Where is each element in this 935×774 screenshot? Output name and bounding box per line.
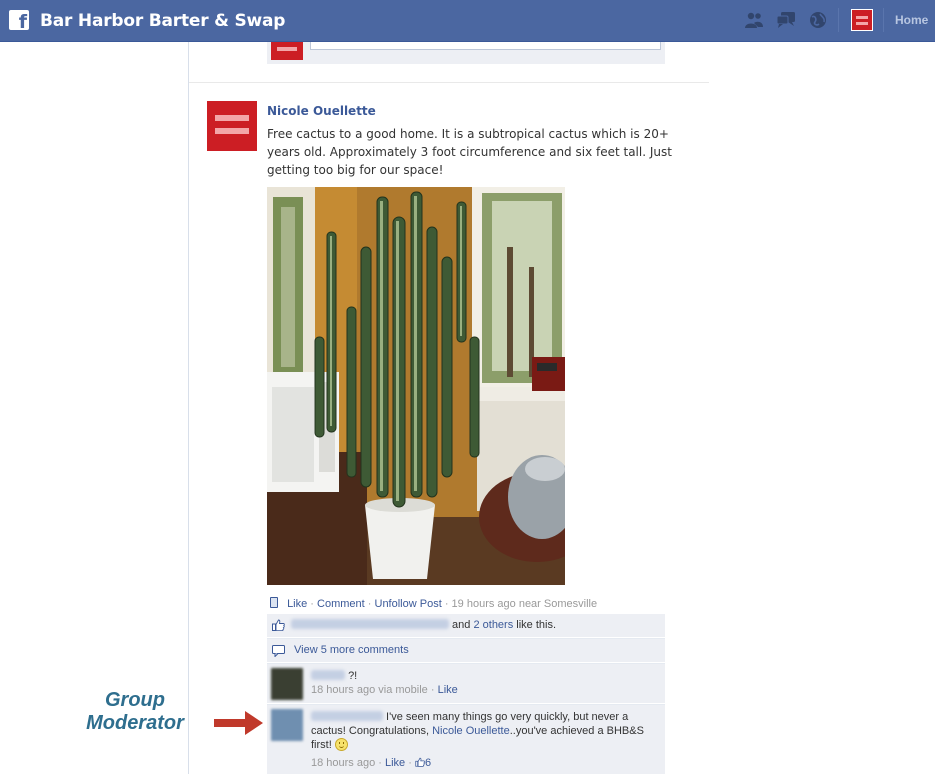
divider: [883, 8, 884, 32]
blurred-commenter-name[interactable]: [311, 670, 345, 680]
annotation-label: Group Moderator: [86, 689, 184, 734]
top-bar: f Bar Harbor Barter & Swap Home: [0, 0, 935, 42]
thumbs-up-icon: [415, 757, 425, 767]
blurred-moderator-name[interactable]: [311, 711, 383, 721]
mention-link[interactable]: Nicole Ouellette: [432, 725, 510, 737]
group-title[interactable]: Bar Harbor Barter & Swap: [40, 11, 285, 31]
comment-timestamp[interactable]: 18 hours ago via mobile: [311, 684, 428, 696]
story-divider: [189, 82, 709, 83]
smiley-icon: [334, 738, 348, 751]
blurred-names: [291, 619, 449, 629]
unfollow-post-link[interactable]: Unfollow Post: [375, 598, 442, 610]
others-link[interactable]: 2 others: [473, 619, 513, 631]
author-avatar[interactable]: [207, 101, 257, 151]
comment-bubble-icon: [272, 645, 285, 657]
messages-icon[interactable]: [776, 11, 796, 29]
mobile-icon: [270, 597, 278, 608]
annotation-arrow-icon: [214, 711, 263, 735]
comment-text: ?!: [348, 670, 358, 682]
comment-item: I've seen many things go very quickly, b…: [267, 704, 665, 774]
likers-text: and 2 others like this.: [291, 619, 556, 631]
comment-like-link[interactable]: Like: [438, 684, 458, 696]
view-more-comments-link[interactable]: View 5 more comments: [294, 644, 409, 656]
profile-avatar[interactable]: [851, 9, 873, 31]
comment-link[interactable]: Comment: [317, 598, 365, 610]
commenter-avatar[interactable]: [271, 668, 303, 700]
post-actions: Like · Comment · Unfollow Post · 19 hour…: [270, 597, 597, 610]
comment-timestamp[interactable]: 18 hours ago: [311, 757, 375, 769]
facebook-logo-icon[interactable]: f: [9, 10, 29, 32]
friend-requests-icon[interactable]: [744, 11, 764, 29]
post-timestamp[interactable]: 19 hours ago near Somesville: [452, 598, 598, 610]
post-author[interactable]: Nicole Ouellette: [267, 104, 376, 118]
divider: [838, 8, 839, 32]
notifications-icon[interactable]: [808, 11, 828, 29]
cactus-photo[interactable]: [267, 187, 565, 585]
feed-border: [188, 42, 189, 774]
post-message: Free cactus to a good home. It is a subt…: [267, 127, 672, 177]
moderator-avatar[interactable]: [271, 709, 303, 741]
home-link[interactable]: Home: [895, 13, 928, 27]
thumbs-up-icon: [272, 619, 285, 631]
comment-input[interactable]: [310, 42, 661, 50]
comment-like-link[interactable]: Like: [385, 757, 405, 769]
previous-commenter-avatar: [271, 42, 303, 60]
like-count[interactable]: 6: [425, 757, 431, 769]
like-link[interactable]: Like: [287, 598, 307, 610]
comment-item: ?! 18 hours ago via mobile · Like: [267, 663, 665, 703]
view-more-comments-row[interactable]: View 5 more comments: [267, 638, 665, 662]
likes-row: and 2 others like this.: [267, 614, 665, 637]
